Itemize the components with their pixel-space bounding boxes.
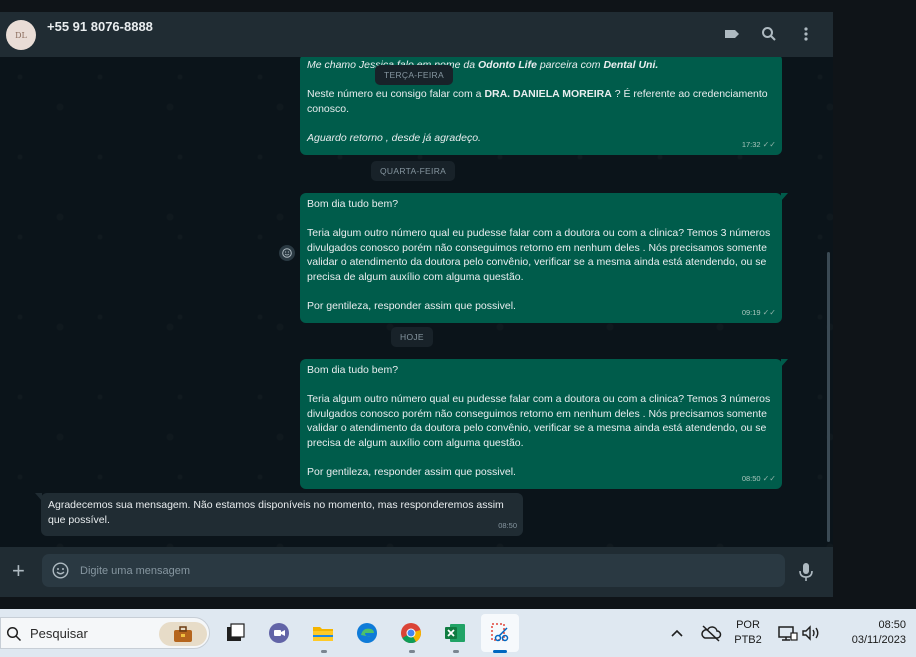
message-line: Bom dia tudo bem?	[307, 198, 399, 210]
chat-header: DL +55 91 8076-8888	[0, 12, 833, 57]
emoji-icon[interactable]	[52, 562, 69, 579]
task-view-icon[interactable]	[223, 621, 247, 645]
bubble-tail	[35, 493, 42, 501]
message-time: 09:19 ✓✓	[741, 307, 776, 317]
contact-name[interactable]: +55 91 8076-8888	[47, 19, 153, 34]
message-text: Agradecemos sua mensagem. Não estamos di…	[48, 499, 504, 526]
read-ticks-icon: ✓✓	[762, 139, 776, 149]
chat-scrollbar[interactable]	[827, 252, 830, 542]
bubble-tail	[781, 193, 788, 201]
bubble-tail	[781, 359, 788, 367]
date-divider: TERÇA-FEIRA	[375, 65, 453, 85]
onedrive-offline-icon[interactable]	[699, 621, 723, 645]
message-line: Bom dia tudo bem?	[307, 364, 399, 376]
outgoing-message[interactable]: Bom dia tudo bem? Teria algum outro núme…	[300, 193, 788, 323]
chevron-up-icon[interactable]	[668, 621, 686, 645]
whatsapp-window: DL +55 91 8076-8888 Me chamo Jessica fal…	[0, 12, 833, 597]
message-line: Teria algum outro número qual eu pudesse…	[307, 393, 774, 449]
briefcase-icon[interactable]	[159, 622, 207, 646]
message-time: 08:50 ✓✓	[741, 473, 776, 483]
taskbar-search[interactable]: Pesquisar	[0, 617, 210, 649]
message-line: Aguardo retorno , desde já agradeço.	[307, 131, 481, 144]
search-label: Pesquisar	[30, 626, 88, 641]
volume-icon[interactable]	[799, 621, 823, 645]
message-input-container[interactable]	[42, 554, 785, 587]
outgoing-message[interactable]: Me chamo Jessica falo em nome da Odonto …	[300, 57, 782, 155]
language-indicator[interactable]: POR PTB2	[730, 618, 766, 648]
message-line: Por gentileza, responder assim que possi…	[307, 299, 516, 312]
message-line	[307, 378, 774, 393]
message-line	[307, 284, 774, 299]
message-time: 08:50	[498, 520, 517, 530]
date-divider: HOJE	[391, 327, 433, 347]
message-line: Por gentileza, responder assim que possi…	[307, 465, 516, 478]
incoming-message[interactable]: Agradecemos sua mensagem. Não estamos di…	[35, 493, 523, 536]
message-line	[307, 116, 774, 131]
message-line	[307, 212, 774, 227]
taskbar-active-indicator	[493, 650, 507, 653]
read-ticks-icon: ✓✓	[762, 473, 776, 483]
snipping-tool-icon[interactable]	[488, 621, 512, 645]
read-ticks-icon: ✓✓	[762, 307, 776, 317]
contact-avatar[interactable]: DL	[6, 20, 36, 50]
windows-taskbar: Pesquisar POR PTB2 08:50 03/11/2023	[0, 609, 916, 657]
attach-plus-icon[interactable]: +	[12, 560, 25, 582]
clock[interactable]: 08:50 03/11/2023	[830, 618, 906, 648]
keyboard-layout-label: PTB2	[734, 634, 762, 646]
teams-icon[interactable]	[267, 621, 291, 645]
taskbar-running-indicator	[321, 650, 327, 653]
menu-icon[interactable]	[796, 24, 816, 44]
message-line: Teria algum outro número qual eu pudesse…	[307, 227, 774, 283]
message-input[interactable]	[80, 562, 760, 579]
compose-bar: +	[0, 547, 833, 597]
label-icon[interactable]	[722, 24, 742, 44]
taskbar-running-indicator	[409, 650, 415, 653]
react-emoji-icon[interactable]	[279, 245, 295, 261]
excel-icon[interactable]	[443, 621, 467, 645]
message-line: Neste número eu consigo falar com a DRA.…	[307, 88, 771, 115]
clock-date: 03/11/2023	[851, 634, 906, 646]
language-label: POR	[736, 619, 760, 631]
chrome-icon[interactable]	[399, 621, 423, 645]
search-icon	[6, 626, 22, 642]
message-time: 17:32 ✓✓	[741, 139, 776, 149]
message-line	[307, 450, 774, 465]
date-divider: QUARTA-FEIRA	[371, 161, 456, 181]
avatar-logo: DL	[15, 30, 27, 40]
chat-messages[interactable]: Me chamo Jessica falo em nome da Odonto …	[0, 57, 833, 547]
network-icon[interactable]	[776, 621, 800, 645]
search-icon[interactable]	[759, 24, 779, 44]
outgoing-message[interactable]: Bom dia tudo bem? Teria algum outro núme…	[300, 359, 788, 489]
taskbar-running-indicator	[453, 650, 459, 653]
file-explorer-icon[interactable]	[311, 621, 335, 645]
microphone-icon[interactable]	[797, 562, 815, 582]
edge-icon[interactable]	[355, 621, 379, 645]
clock-time: 08:50	[878, 619, 906, 631]
